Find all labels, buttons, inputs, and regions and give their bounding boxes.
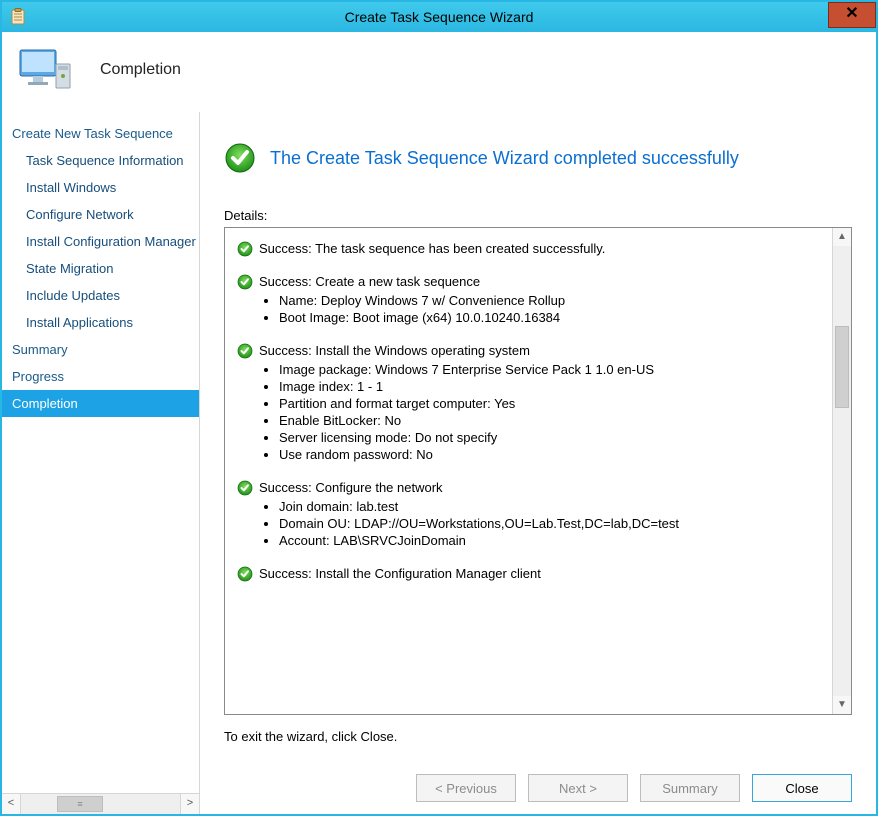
- details-block-head: Success: The task sequence has been crea…: [237, 240, 822, 257]
- sidebar-item[interactable]: Install Applications: [2, 309, 199, 336]
- sidebar-item[interactable]: Create New Task Sequence: [2, 120, 199, 147]
- sidebar-item[interactable]: Task Sequence Information: [2, 147, 199, 174]
- details-block: Success: The task sequence has been crea…: [237, 240, 822, 257]
- details-block-head: Success: Create a new task sequence: [237, 273, 822, 290]
- details-block-item: Enable BitLocker: No: [279, 412, 822, 429]
- sidebar-item[interactable]: Configure Network: [2, 201, 199, 228]
- summary-button[interactable]: Summary: [640, 774, 740, 802]
- details-block-item: Image package: Windows 7 Enterprise Serv…: [279, 361, 822, 378]
- details-block-item: Join domain: lab.test: [279, 498, 822, 515]
- scroll-track[interactable]: ≡: [21, 794, 180, 814]
- sidebar-list: Create New Task SequenceTask Sequence In…: [2, 112, 199, 793]
- success-banner: The Create Task Sequence Wizard complete…: [224, 142, 852, 174]
- sidebar-hscrollbar[interactable]: < ≡ >: [2, 793, 199, 814]
- page-title: Completion: [100, 61, 181, 79]
- details-block-item: Boot Image: Boot image (x64) 10.0.10240.…: [279, 309, 822, 326]
- sidebar-item[interactable]: Summary: [2, 336, 199, 363]
- details-block-item: Image index: 1 - 1: [279, 378, 822, 395]
- sidebar-item[interactable]: Progress: [2, 363, 199, 390]
- details-block-title: Success: Configure the network: [259, 479, 443, 496]
- main-panel: The Create Task Sequence Wizard complete…: [200, 112, 876, 814]
- scroll-track[interactable]: [833, 246, 851, 696]
- next-button[interactable]: Next >: [528, 774, 628, 802]
- details-block-list: Join domain: lab.testDomain OU: LDAP://O…: [237, 498, 822, 549]
- sidebar-item[interactable]: Install Configuration Manager: [2, 228, 199, 255]
- check-icon: [237, 274, 253, 290]
- details-block-item: Name: Deploy Windows 7 w/ Convenience Ro…: [279, 292, 822, 309]
- details-block-title: Success: The task sequence has been crea…: [259, 240, 605, 257]
- details-block-item: Account: LAB\SRVCJoinDomain: [279, 532, 822, 549]
- details-vscrollbar[interactable]: ▲ ▼: [832, 228, 851, 714]
- details-block-title: Success: Install the Configuration Manag…: [259, 565, 541, 582]
- check-icon: [237, 241, 253, 257]
- window-title: Create Task Sequence Wizard: [2, 9, 876, 25]
- details-content: Success: The task sequence has been crea…: [225, 228, 832, 714]
- details-block-head: Success: Install the Windows operating s…: [237, 342, 822, 359]
- details-block-title: Success: Create a new task sequence: [259, 273, 480, 290]
- details-block-item: Partition and format target computer: Ye…: [279, 395, 822, 412]
- scroll-down-arrow[interactable]: ▼: [833, 696, 851, 714]
- exit-message: To exit the wizard, click Close.: [224, 729, 852, 744]
- details-block-list: Name: Deploy Windows 7 w/ Convenience Ro…: [237, 292, 822, 326]
- details-block-item: Domain OU: LDAP://OU=Workstations,OU=Lab…: [279, 515, 822, 532]
- details-block: Success: Configure the network Join domai…: [237, 479, 822, 549]
- check-icon: [237, 480, 253, 496]
- details-label: Details:: [224, 208, 852, 223]
- sidebar-item[interactable]: Install Windows: [2, 174, 199, 201]
- sidebar-item[interactable]: State Migration: [2, 255, 199, 282]
- scroll-right-arrow[interactable]: >: [180, 794, 199, 814]
- scroll-thumb[interactable]: ≡: [57, 796, 103, 812]
- scroll-thumb[interactable]: [835, 326, 849, 408]
- details-block: Success: Create a new task sequence Name:…: [237, 273, 822, 326]
- sidebar: Create New Task SequenceTask Sequence In…: [2, 112, 200, 814]
- app-icon: [8, 7, 28, 27]
- wizard-window: Create Task Sequence Wizard ✕ Completion…: [0, 0, 878, 816]
- details-block-head: Success: Configure the network: [237, 479, 822, 496]
- details-box: Success: The task sequence has been crea…: [224, 227, 852, 715]
- details-block: Success: Install the Windows operating s…: [237, 342, 822, 463]
- monitor-icon: [18, 46, 78, 94]
- window-close-button[interactable]: ✕: [828, 2, 876, 28]
- close-button[interactable]: Close: [752, 774, 852, 802]
- success-check-icon: [224, 142, 256, 174]
- sidebar-item[interactable]: Completion: [2, 390, 199, 417]
- sidebar-item[interactable]: Include Updates: [2, 282, 199, 309]
- details-block-title: Success: Install the Windows operating s…: [259, 342, 530, 359]
- previous-button[interactable]: < Previous: [416, 774, 516, 802]
- check-icon: [237, 343, 253, 359]
- wizard-body: Create New Task SequenceTask Sequence In…: [2, 112, 876, 814]
- wizard-header: Completion: [2, 32, 876, 112]
- check-icon: [237, 566, 253, 582]
- details-block-head: Success: Install the Configuration Manag…: [237, 565, 822, 582]
- button-row: < Previous Next > Summary Close: [224, 744, 852, 802]
- details-block-item: Server licensing mode: Do not specify: [279, 429, 822, 446]
- details-block: Success: Install the Configuration Manag…: [237, 565, 822, 582]
- titlebar: Create Task Sequence Wizard ✕: [2, 2, 876, 32]
- scroll-left-arrow[interactable]: <: [2, 794, 21, 814]
- details-block-list: Image package: Windows 7 Enterprise Serv…: [237, 361, 822, 463]
- scroll-up-arrow[interactable]: ▲: [833, 228, 851, 246]
- success-message: The Create Task Sequence Wizard complete…: [270, 148, 739, 169]
- details-block-item: Use random password: No: [279, 446, 822, 463]
